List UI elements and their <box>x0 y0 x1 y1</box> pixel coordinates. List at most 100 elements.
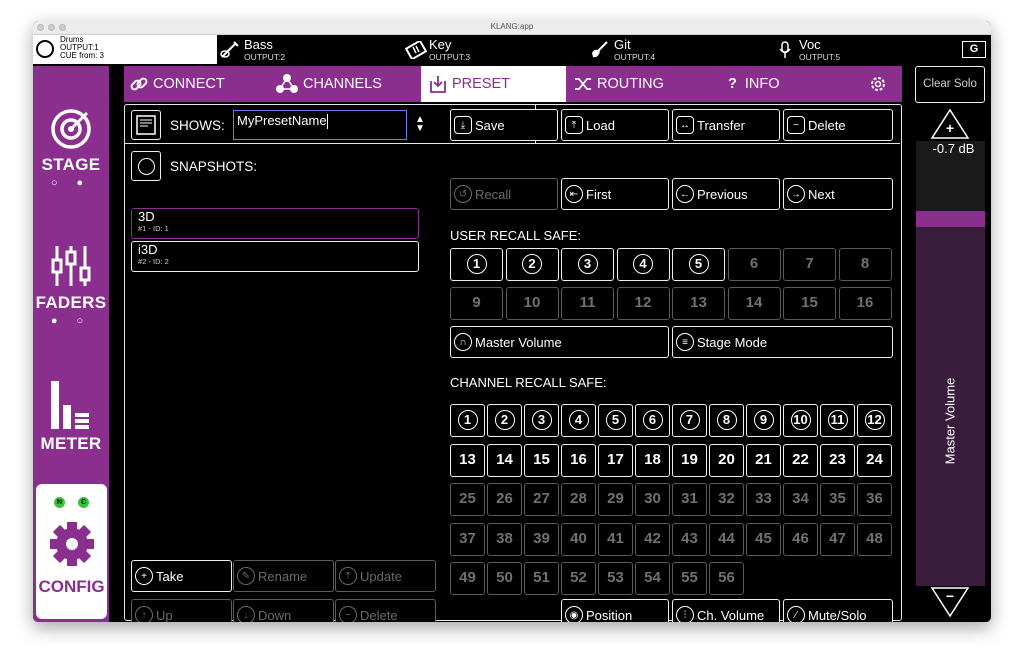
channel-recall-item[interactable]: 45 <box>746 522 781 556</box>
next-button[interactable]: → Next <box>783 178 893 210</box>
channel-recall-item[interactable]: 19 <box>672 443 707 477</box>
channel-recall-item[interactable]: 42 <box>635 522 670 556</box>
channel-recall-item[interactable]: 52 <box>561 562 596 595</box>
faders-page-dots[interactable]: ● ○ <box>33 315 109 327</box>
volume-down-button[interactable]: − <box>930 586 970 618</box>
user-recall-item[interactable]: 8 <box>838 248 892 281</box>
channel-bass[interactable]: Bass OUTPUT:2 <box>218 35 402 64</box>
user-recall-item[interactable]: 5 <box>672 248 725 281</box>
channel-recall-item[interactable]: 44 <box>709 522 744 556</box>
channel-recall-item[interactable]: 27 <box>524 483 559 516</box>
sidebar-item-meter[interactable]: METER <box>33 381 109 454</box>
ch-volume-button[interactable]: ⫶ Ch. Volume <box>672 599 780 622</box>
channel-recall-item[interactable]: 56 <box>709 562 744 595</box>
channel-recall-item[interactable]: 39 <box>524 522 559 556</box>
user-recall-item[interactable]: 4 <box>616 248 670 281</box>
channel-recall-item[interactable]: 49 <box>450 562 485 595</box>
clear-solo-button[interactable]: Clear Solo <box>915 66 985 103</box>
channel-recall-item[interactable]: 3 <box>524 404 559 437</box>
channel-recall-item[interactable]: 10 <box>783 404 818 437</box>
update-button[interactable]: ⤒ Update <box>335 560 436 592</box>
save-button[interactable]: ⤓ Save <box>450 109 558 141</box>
channel-recall-item[interactable]: 26 <box>487 483 522 516</box>
channel-recall-item[interactable]: 18 <box>635 443 670 477</box>
snapshots-toggle-button[interactable] <box>131 151 161 181</box>
channel-recall-item[interactable]: 37 <box>450 522 485 556</box>
channel-key[interactable]: Key OUTPUT:3 <box>403 35 587 64</box>
shows-name-input[interactable]: MyPresetName <box>233 110 407 140</box>
recall-button[interactable]: ↺ Recall <box>450 178 558 210</box>
first-button[interactable]: ⇤ First <box>561 178 669 210</box>
channel-recall-item[interactable]: 23 <box>820 443 855 477</box>
channel-drums[interactable]: Drums OUTPUT:1 CUE from: 3 <box>33 35 217 64</box>
user-recall-item[interactable]: 13 <box>672 287 725 320</box>
channel-recall-item[interactable]: 36 <box>857 483 892 516</box>
fader-handle[interactable] <box>916 211 985 227</box>
channel-recall-item[interactable]: 8 <box>709 404 744 437</box>
channel-recall-item[interactable]: 2 <box>487 404 522 437</box>
sidebar-item-config[interactable]: N C CONFIG <box>36 484 107 619</box>
user-recall-item[interactable]: 3 <box>561 248 614 281</box>
user-recall-item[interactable]: 2 <box>505 248 559 281</box>
channel-recall-item[interactable]: 54 <box>635 562 670 595</box>
channel-recall-item[interactable]: 25 <box>450 483 485 516</box>
take-button[interactable]: + Take <box>131 560 232 592</box>
tab-info[interactable]: ? INFO <box>728 66 838 102</box>
sidebar-item-faders[interactable]: FADERS ● ○ <box>33 244 109 327</box>
snapshot-item-2[interactable]: i3D #2 - ID: 2 <box>131 241 419 272</box>
stage-page-dots[interactable]: ○ ● <box>33 177 109 189</box>
shows-list-button[interactable] <box>131 110 161 140</box>
user-recall-item[interactable]: 14 <box>727 287 781 320</box>
channel-recall-item[interactable]: 13 <box>450 443 485 477</box>
channel-recall-item[interactable]: 6 <box>635 404 670 437</box>
channel-recall-item[interactable]: 55 <box>672 562 707 595</box>
delete-show-button[interactable]: − Delete <box>783 109 893 141</box>
channel-recall-item[interactable]: 22 <box>783 443 818 477</box>
g-button[interactable]: G <box>962 41 986 58</box>
delete-snapshot-button[interactable]: − Delete <box>335 599 436 622</box>
channel-recall-item[interactable]: 5 <box>598 404 633 437</box>
master-volume-fader[interactable]: -0.7 dB Master Volume <box>916 141 985 586</box>
channel-recall-item[interactable]: 38 <box>487 522 522 556</box>
channel-recall-item[interactable]: 40 <box>561 522 596 556</box>
transfer-button[interactable]: ↔ Transfer <box>672 109 780 141</box>
channel-recall-item[interactable]: 11 <box>820 404 855 437</box>
user-recall-item[interactable]: 9 <box>450 287 503 320</box>
channel-recall-item[interactable]: 32 <box>709 483 744 516</box>
channel-recall-item[interactable]: 28 <box>561 483 596 516</box>
channel-recall-item[interactable]: 31 <box>672 483 707 516</box>
position-button[interactable]: ◉ Position <box>561 599 669 622</box>
master-volume-safe-button[interactable]: ∩ Master Volume <box>450 326 669 358</box>
channel-recall-item[interactable]: 35 <box>820 483 855 516</box>
channel-recall-item[interactable]: 48 <box>857 522 892 556</box>
mute-solo-button[interactable]: ⁄ Mute/Solo <box>783 599 893 622</box>
snapshot-item-1[interactable]: 3D #1 - ID: 1 <box>131 208 419 239</box>
channel-recall-item[interactable]: 1 <box>450 404 485 437</box>
tab-preset[interactable]: PRESET <box>421 66 566 102</box>
channel-recall-item[interactable]: 30 <box>635 483 670 516</box>
down-button[interactable]: ↓ Down <box>233 599 334 622</box>
user-recall-item[interactable]: 11 <box>561 287 614 320</box>
channel-recall-item[interactable]: 21 <box>746 443 781 477</box>
user-recall-item[interactable]: 12 <box>616 287 670 320</box>
user-recall-item[interactable]: 6 <box>727 248 781 281</box>
channel-recall-item[interactable]: 46 <box>783 522 818 556</box>
channel-recall-item[interactable]: 34 <box>783 483 818 516</box>
channel-git[interactable]: Git OUTPUT:4 <box>588 35 772 64</box>
volume-up-button[interactable]: + <box>930 108 970 140</box>
user-recall-item[interactable]: 10 <box>505 287 559 320</box>
up-button[interactable]: ↑ Up <box>131 599 232 622</box>
channel-recall-item[interactable]: 50 <box>487 562 522 595</box>
channel-recall-item[interactable]: 47 <box>820 522 855 556</box>
channel-recall-item[interactable]: 51 <box>524 562 559 595</box>
settings-button[interactable] <box>869 66 894 102</box>
user-recall-item[interactable]: 7 <box>783 248 836 281</box>
tab-routing[interactable]: ROUTING <box>574 66 714 102</box>
tab-connect[interactable]: CONNECT <box>130 66 270 102</box>
channel-recall-item[interactable]: 7 <box>672 404 707 437</box>
channel-recall-item[interactable]: 15 <box>524 443 559 477</box>
channel-recall-item[interactable]: 14 <box>487 443 522 477</box>
channel-recall-item[interactable]: 24 <box>857 443 892 477</box>
channel-recall-item[interactable]: 12 <box>857 404 892 437</box>
channel-recall-item[interactable]: 33 <box>746 483 781 516</box>
